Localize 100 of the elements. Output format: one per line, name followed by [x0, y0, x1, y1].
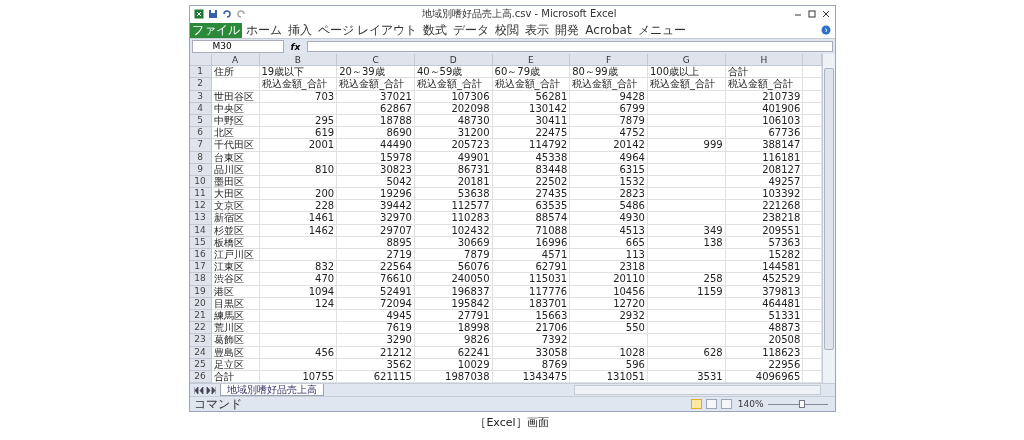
close-icon[interactable]: [820, 9, 831, 19]
help-icon[interactable]: [820, 25, 831, 35]
ribbon-tab[interactable]: データ: [451, 22, 492, 38]
table-cell: 30669: [414, 236, 493, 249]
function-label[interactable]: fx: [287, 41, 304, 52]
table-cell: 4964: [570, 151, 648, 164]
table-cell: 999: [647, 139, 726, 152]
ribbon-tab[interactable]: 表示: [523, 22, 552, 38]
table-cell: 12720: [570, 297, 648, 310]
row-header[interactable]: 1: [189, 66, 212, 79]
table-cell: 115031: [492, 273, 571, 286]
row-header[interactable]: 16: [189, 249, 212, 262]
horizontal-scrollbar[interactable]: [573, 385, 821, 396]
table-cell: 39442: [337, 200, 415, 213]
table-cell: 8769: [492, 358, 571, 371]
undo-icon[interactable]: [221, 9, 232, 19]
table-cell: 20508: [725, 334, 804, 347]
status-mode: コマンド: [193, 397, 242, 412]
row-header[interactable]: 23: [189, 334, 212, 347]
view-button[interactable]: [705, 399, 717, 410]
table-cell: 29707: [337, 224, 415, 237]
view-button[interactable]: [690, 399, 702, 410]
table-cell: 56076: [414, 261, 493, 274]
table-cell: [803, 200, 822, 213]
table-cell: 渋谷区: [211, 273, 260, 286]
ribbon-tab[interactable]: 挿入: [285, 22, 314, 38]
table-cell: 210739: [725, 90, 804, 103]
table-cell: 71088: [492, 224, 571, 237]
table-cell: 118623: [725, 346, 804, 359]
column-header[interactable]: H: [725, 54, 804, 66]
table-cell: 124: [259, 297, 338, 310]
select-all-corner[interactable]: [189, 54, 212, 66]
name-box[interactable]: M30: [191, 40, 284, 53]
row-header[interactable]: 17: [189, 261, 212, 274]
row-header[interactable]: 11: [189, 188, 212, 201]
table-cell: 15978: [337, 151, 415, 164]
row-header[interactable]: 6: [189, 127, 212, 140]
table-cell: 240050: [414, 273, 493, 286]
sheet-tab[interactable]: 地域別嗜好品売上高: [219, 384, 324, 397]
table-cell: 江東区: [211, 261, 260, 274]
table-cell: 税込金額_合計: [259, 78, 338, 91]
spreadsheet-icon[interactable]: [193, 9, 204, 19]
table-cell: 49257: [725, 175, 804, 189]
table-cell: 456: [259, 346, 338, 359]
table-cell: 2719: [337, 249, 415, 262]
table-cell: 62867: [337, 102, 415, 115]
column-header[interactable]: F: [570, 54, 648, 66]
table-cell: 107306: [414, 90, 493, 103]
table-cell: 51331: [725, 309, 804, 323]
table-cell: 388147: [725, 139, 804, 152]
ribbon-tab[interactable]: Acrobat: [583, 22, 634, 38]
table-cell: [803, 114, 822, 128]
column-header[interactable]: B: [259, 54, 338, 66]
column-header[interactable]: C: [337, 54, 415, 66]
view-button[interactable]: [720, 399, 732, 410]
column-header[interactable]: G: [647, 54, 726, 66]
sheet-navigation-icon[interactable]: [193, 386, 216, 394]
table-cell: 8690: [337, 127, 415, 140]
file-menu-button[interactable]: ファイル: [189, 22, 242, 38]
table-cell: 3290: [337, 334, 415, 347]
table-cell: 628: [647, 346, 726, 359]
table-cell: 4571: [492, 249, 571, 262]
table-cell: 8895: [337, 236, 415, 249]
ribbon-tab[interactable]: 数式: [421, 22, 450, 38]
row-header[interactable]: 18: [189, 273, 212, 286]
table-cell: 1028: [570, 346, 648, 359]
table-cell: 税込金額_合計: [647, 78, 726, 91]
table-cell: 足立区: [211, 358, 260, 371]
row-header[interactable]: 2: [189, 78, 212, 91]
table-cell: 60～79歳: [492, 66, 571, 79]
column-header[interactable]: A: [211, 54, 260, 66]
row-header[interactable]: 13: [189, 212, 212, 225]
table-cell: 港区: [211, 285, 260, 298]
table-cell: 40～59歳: [414, 66, 493, 79]
save-icon[interactable]: [207, 9, 218, 19]
row-header[interactable]: 12: [189, 200, 212, 213]
table-cell: 810: [259, 163, 338, 176]
formula-field[interactable]: [307, 41, 833, 52]
table-cell: 2823: [570, 188, 648, 201]
table-cell: 文京区: [211, 200, 260, 213]
ribbon-tab[interactable]: ホーム: [243, 22, 284, 38]
table-cell: 83448: [492, 163, 571, 176]
table-cell: [803, 273, 822, 286]
table-cell: [803, 249, 822, 262]
table-cell: 349: [647, 224, 726, 237]
column-header[interactable]: D: [414, 54, 493, 66]
column-header[interactable]: E: [492, 54, 571, 66]
ribbon-tab[interactable]: 開発: [553, 22, 582, 38]
table-cell: 目黒区: [211, 297, 260, 310]
ribbon-tab[interactable]: 校閲: [493, 22, 522, 38]
maximize-icon[interactable]: [806, 9, 817, 19]
table-cell: 3562: [337, 358, 415, 371]
ribbon-tab[interactable]: メニュー: [635, 22, 688, 38]
table-cell: 中野区: [211, 114, 260, 128]
table-cell: 183701: [492, 297, 571, 310]
row-header[interactable]: 22: [189, 322, 212, 335]
table-cell: 21212: [337, 346, 415, 359]
row-header[interactable]: 7: [189, 139, 212, 152]
table-cell: 4752: [570, 127, 648, 140]
ribbon-tab[interactable]: ページ レイアウト: [315, 22, 420, 38]
